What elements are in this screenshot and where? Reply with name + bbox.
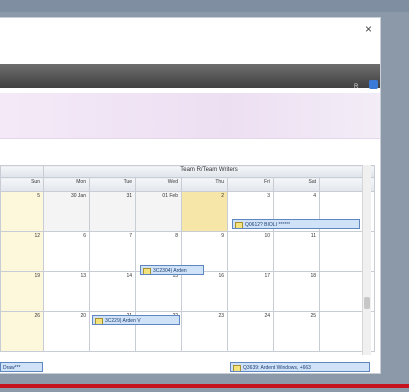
day-cell[interactable]: 5 <box>0 191 44 232</box>
day-cell[interactable]: 17 <box>227 271 274 312</box>
day-cell[interactable]: 18 <box>273 271 320 312</box>
day-cell[interactable]: 6 <box>43 231 90 272</box>
toolbar-label: R <box>354 84 359 90</box>
day-cell[interactable]: 12 <box>0 231 44 272</box>
accent-line <box>0 384 409 388</box>
banner-area <box>0 93 380 139</box>
day-cell[interactable]: 11 <box>273 231 320 272</box>
day-cell[interactable]: 26 <box>0 311 44 352</box>
calendar-event[interactable]: Draw*** <box>0 362 43 372</box>
team-group-header: Team R/Team Writers <box>42 165 376 178</box>
day-header-tue: Tue <box>89 177 136 192</box>
day-header-wed: Wed <box>135 177 182 192</box>
calendar-event[interactable]: 3C2304) Arden <box>140 265 204 275</box>
task-icon <box>235 222 243 228</box>
task-icon <box>233 365 241 371</box>
day-cell[interactable]: 7 <box>89 231 136 272</box>
close-icon[interactable]: × <box>365 23 372 35</box>
day-cell[interactable]: 19 <box>0 271 44 312</box>
toolbar <box>0 64 380 88</box>
day-cell[interactable]: 30 Jan <box>43 191 90 232</box>
scrollbar-thumb[interactable] <box>364 297 370 309</box>
day-cell[interactable]: 20 <box>43 311 90 352</box>
day-header-thu: Thu <box>181 177 228 192</box>
day-cell[interactable]: 14 <box>89 271 136 312</box>
day-cell[interactable]: 01 Feb <box>135 191 182 232</box>
background-band <box>0 0 409 12</box>
day-cell[interactable]: 31 <box>89 191 136 232</box>
day-cell[interactable]: 23 <box>181 311 228 352</box>
day-cell-today[interactable]: 2 <box>181 191 228 232</box>
day-cell[interactable]: 10 <box>227 231 274 272</box>
day-cell[interactable]: 16 <box>181 271 228 312</box>
calendar-event[interactable]: Q3639: Ardent Windows, +663 <box>230 362 370 372</box>
day-header-mon: Mon <box>43 177 90 192</box>
task-icon <box>95 318 103 324</box>
day-header-fri: Fri <box>227 177 274 192</box>
day-header-sat: Sat <box>273 177 320 192</box>
day-cell[interactable]: 25 <box>273 311 320 352</box>
day-cell[interactable]: 13 <box>43 271 90 312</box>
day-cell[interactable]: 24 <box>227 311 274 352</box>
day-cell[interactable]: 15 <box>135 271 182 312</box>
help-icon[interactable] <box>369 80 378 89</box>
task-icon <box>143 268 151 274</box>
vertical-scrollbar[interactable] <box>362 165 371 355</box>
calendar-event[interactable]: Q0612? BIOLI ****** <box>232 219 360 229</box>
day-header-left: Sun <box>0 177 44 192</box>
calendar-event[interactable]: 3C229) Arden V <box>92 315 180 325</box>
